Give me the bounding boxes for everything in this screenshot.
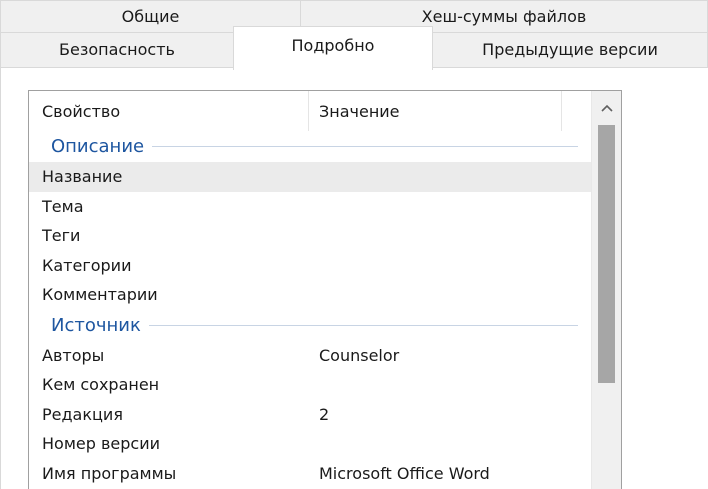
list-item[interactable]: Кем сохранен (29, 370, 592, 400)
property-value: 2 (319, 404, 330, 424)
column-header-property[interactable]: Свойство (29, 91, 309, 131)
group-title: Описание (51, 136, 145, 157)
list-item[interactable]: Комментарии (29, 280, 592, 310)
property-name: Имя программы (42, 463, 177, 483)
property-name: Номер версии (42, 434, 160, 454)
property-name: Авторы (42, 345, 105, 365)
tab-details-label: Подробно (291, 35, 375, 55)
chevron-up-icon (600, 104, 613, 112)
list-item[interactable]: Имя программы Microsoft Office Word (29, 459, 592, 489)
group-header-description: Описание (29, 131, 592, 162)
property-name: Редакция (42, 404, 123, 424)
list-rows: Описание Название Тема Теги Категории Ко… (29, 131, 592, 488)
list-item[interactable]: Название (29, 162, 592, 192)
list-header: Свойство Значение (29, 91, 592, 131)
property-value: Counselor (319, 345, 400, 365)
property-list[interactable]: Свойство Значение Описание Название Тема… (28, 90, 622, 489)
list-item[interactable]: Теги (29, 221, 592, 251)
property-name: Комментарии (42, 285, 158, 305)
tab-previous-versions-label: Предыдущие версии (482, 40, 658, 59)
tab-security[interactable]: Безопасность (0, 32, 234, 68)
list-item[interactable]: Тема (29, 192, 592, 222)
group-divider (148, 324, 578, 326)
list-item[interactable]: Номер версии (29, 429, 592, 459)
property-name: Название (42, 167, 123, 187)
property-name: Кем сохранен (42, 375, 160, 395)
tab-previous-versions[interactable]: Предыдущие версии (432, 32, 708, 68)
property-name: Тема (42, 196, 84, 216)
property-name: Категории (42, 255, 132, 275)
property-name: Теги (42, 226, 81, 246)
scroll-up-button[interactable] (592, 91, 621, 125)
list-item[interactable]: Редакция 2 (29, 400, 592, 430)
tab-details[interactable]: Подробно (233, 26, 433, 70)
column-header-value[interactable]: Значение (309, 91, 562, 131)
list-item[interactable]: Авторы Counselor (29, 341, 592, 371)
column-header-property-label: Свойство (42, 101, 121, 121)
group-title: Источник (51, 314, 141, 336)
group-header-origin: Источник (29, 310, 592, 341)
tab-file-hashes-label: Хеш-суммы файлов (421, 6, 587, 26)
scrollbar-thumb[interactable] (598, 125, 615, 383)
list-item[interactable]: Категории (29, 251, 592, 281)
properties-dialog: Общие Хеш-суммы файлов Безопасность Подр… (0, 0, 708, 489)
tab-security-label: Безопасность (59, 40, 175, 59)
vertical-scrollbar[interactable] (591, 91, 621, 489)
column-header-value-label: Значение (319, 101, 400, 121)
property-value: Microsoft Office Word (319, 463, 490, 483)
group-divider (152, 146, 578, 147)
tab-general-label: Общие (121, 6, 180, 26)
